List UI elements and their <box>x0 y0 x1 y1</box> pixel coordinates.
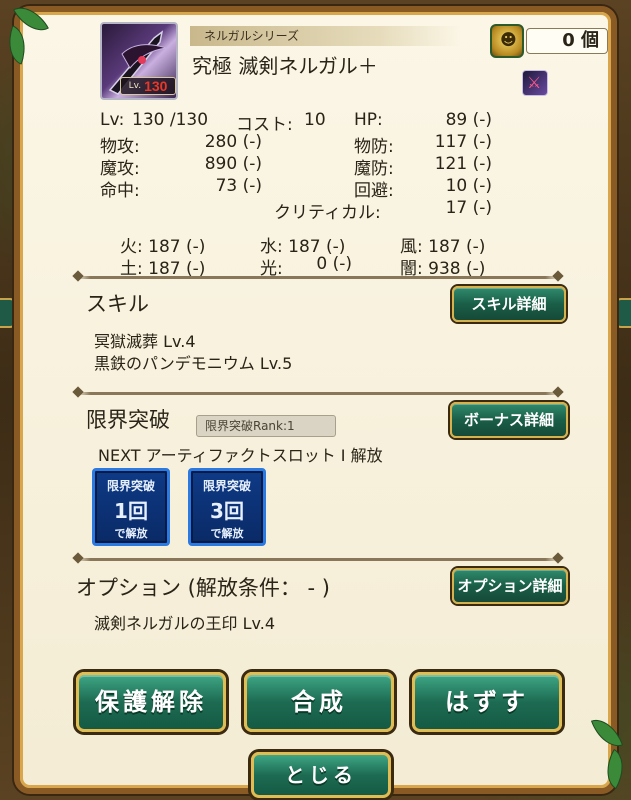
eva-value: 10 (-) <box>445 176 492 196</box>
option-line: 滅剣ネルガルの王印 Lv.4 <box>94 614 276 633</box>
skill-detail-button[interactable]: スキル詳細 <box>452 286 566 322</box>
item-name: 究極 滅剣ネルガル＋ <box>192 54 378 78</box>
limit-break-title: 限界突破 <box>86 408 170 432</box>
level-value: 130 <box>144 78 168 94</box>
cost-value: 10 <box>304 110 326 130</box>
level-badge: Lv. 130 <box>120 77 176 95</box>
acc-value: 73 (-) <box>215 176 262 196</box>
mdef-value: 121 (-) <box>434 154 492 174</box>
compose-button[interactable]: 合成 <box>244 672 394 732</box>
limit-break-next: NEXT アーティファクトスロット Ⅰ 解放 <box>98 446 383 465</box>
limit-badge-2-note: で解放 <box>210 527 244 540</box>
limit-badge-2-count: 3回 <box>210 499 244 523</box>
hp-label: HP: <box>354 110 383 130</box>
treasure-icon: ☻ <box>490 24 524 58</box>
item-count: 0 個 <box>526 28 608 54</box>
right-side-tab[interactable] <box>615 298 631 328</box>
divider <box>76 558 560 561</box>
option-detail-button[interactable]: オプション詳細 <box>452 568 568 604</box>
limit-badge-1-title: 限界突破 <box>106 479 155 493</box>
skill-line-1: 冥獄滅葬 Lv.4 <box>94 332 196 351</box>
item-count-box: ☻ 0 個 <box>490 24 614 58</box>
divider <box>76 392 560 395</box>
acc-label: 命中: <box>100 181 140 201</box>
bonus-detail-button[interactable]: ボーナス詳細 <box>450 402 568 438</box>
option-title: オプション (解放条件： - ) <box>76 576 330 600</box>
matk-value: 890 (-) <box>204 154 262 174</box>
level-tag: Lv. <box>128 81 142 91</box>
lv-value: 130 /130 <box>132 110 209 130</box>
skill-title: スキル <box>86 292 149 316</box>
limit-break-badge-2: 限界突破 3回 で解放 <box>188 468 266 546</box>
pdef-value: 117 (-) <box>434 132 492 152</box>
limit-badge-1-note: で解放 <box>114 527 148 540</box>
protect-release-button[interactable]: 保護解除 <box>76 672 226 732</box>
limit-break-badge-1: 限界突破 1回 で解放 <box>92 468 170 546</box>
item-thumbnail: Lv. 130 <box>100 22 178 100</box>
light-element-value: 0 (-) <box>316 254 352 274</box>
limit-badge-1-count: 1回 <box>114 499 148 523</box>
close-button[interactable]: とじる <box>251 752 391 798</box>
limit-break-rank: 限界突破Rank:1 <box>196 415 336 437</box>
divider <box>76 276 560 279</box>
series-label: ネルガルシリーズ <box>190 26 460 46</box>
lv-label: Lv: <box>100 110 125 130</box>
remove-button[interactable]: はずす <box>412 672 562 732</box>
item-detail-panel: Lv. 130 ネルガルシリーズ 究極 滅剣ネルガル＋ ☻ 0 個 ⚔ Lv: … <box>14 6 617 798</box>
sword-type-icon: ⚔ <box>522 70 548 96</box>
hp-value: 89 (-) <box>445 110 492 130</box>
crit-value: 17 (-) <box>445 198 492 218</box>
limit-badge-2-title: 限界突破 <box>202 479 251 493</box>
patk-value: 280 (-) <box>204 132 262 152</box>
crit-label: クリティカル: <box>274 203 381 223</box>
skill-line-2: 黒鉄のパンデモニウム Lv.5 <box>94 354 293 373</box>
